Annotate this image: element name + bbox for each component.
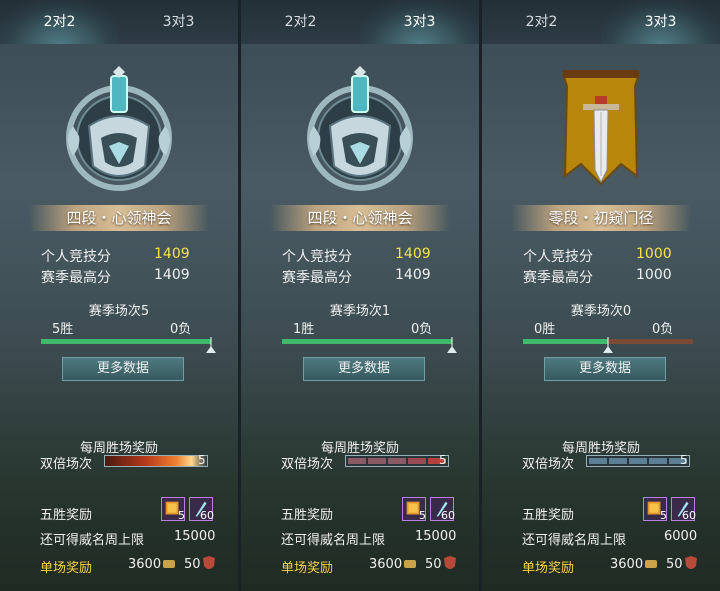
more-data-button[interactable]: 更多数据: [544, 357, 666, 381]
rank-banner: 四段・心领神会: [29, 205, 209, 231]
ratio-marker-icon: [603, 337, 613, 353]
arena-panel-1: 2对2 3对3 四段・心领神会 个人竞技分 1409 赛季最高分 1409 赛季…: [0, 0, 238, 591]
reward-item-scroll-count: 5: [419, 509, 426, 522]
silver-helmet-rank-icon: [66, 66, 172, 191]
season-matches: 赛季场次0: [570, 304, 632, 319]
season-high-label: 赛季最高分: [282, 270, 352, 286]
season-matches: 赛季场次5: [88, 304, 150, 319]
losses-count: 0负: [411, 322, 433, 337]
double-matches-label: 双倍场次: [40, 457, 93, 472]
season-high-value: 1409: [395, 267, 431, 283]
tab-3v3[interactable]: 3对3: [360, 0, 479, 44]
double-matches-count: 5: [439, 453, 447, 467]
coin-icon: [163, 560, 175, 568]
season-high-value: 1000: [636, 267, 672, 283]
arena-panel-2: 2对2 3对3 四段・心领神会 个人竞技分 1409 赛季最高分 1409 赛季…: [241, 0, 479, 591]
season-high-label: 赛季最高分: [523, 270, 593, 286]
season-high-label: 赛季最高分: [41, 270, 111, 286]
reward-item-scroll-count: 5: [660, 509, 667, 522]
tab-2v2[interactable]: 2对2: [0, 0, 119, 44]
personal-score-value: 1409: [395, 246, 431, 262]
five-win-reward-label: 五胜奖励: [40, 508, 93, 523]
rank-banner: 四段・心领神会: [270, 205, 450, 231]
season-matches: 赛季场次1: [329, 304, 391, 319]
single-reward-coin-value: 3600: [610, 557, 644, 572]
double-matches-bar: [345, 455, 449, 467]
rank-name: 四段・心领神会: [66, 209, 172, 227]
five-win-reward-label: 五胜奖励: [522, 508, 575, 523]
single-reward-label: 单场奖励: [40, 561, 93, 576]
win-fill: [282, 339, 452, 344]
more-data-button[interactable]: 更多数据: [303, 357, 425, 381]
losses-count: 0负: [170, 322, 192, 337]
coin-icon: [404, 560, 416, 568]
silver-helmet-rank-icon: [307, 66, 413, 191]
win-fill: [41, 339, 211, 344]
shield-icon: [685, 556, 697, 569]
tab-2v2[interactable]: 2对2: [241, 0, 360, 44]
double-matches-label: 双倍场次: [522, 457, 575, 472]
shield-icon: [203, 556, 215, 569]
double-matches-count: 5: [680, 453, 688, 467]
weekly-cap-value: 15000: [174, 529, 216, 544]
personal-score-value: 1000: [636, 246, 672, 262]
single-reward-label: 单场奖励: [281, 561, 334, 576]
coin-icon: [645, 560, 657, 568]
losses-count: 0负: [652, 322, 674, 337]
win-loss-bar: [282, 339, 452, 344]
reward-item-feather-count: 60: [441, 509, 455, 522]
five-win-reward-label: 五胜奖励: [281, 508, 334, 523]
personal-score-label: 个人竞技分: [41, 249, 111, 265]
weekly-cap-label: 还可得威名周上限: [281, 533, 386, 548]
weekly-cap-label: 还可得威名周上限: [40, 533, 145, 548]
reward-item-feather-count: 60: [200, 509, 214, 522]
single-reward-shield-value: 50: [666, 557, 683, 572]
rank-name: 零段・初窥门径: [548, 209, 654, 227]
single-reward-label: 单场奖励: [522, 561, 575, 576]
reward-item-feather-count: 60: [682, 509, 696, 522]
tab-3v3[interactable]: 3对3: [119, 0, 238, 44]
more-data-button[interactable]: 更多数据: [62, 357, 184, 381]
double-matches-count: 5: [198, 453, 206, 467]
double-matches-bar: [104, 455, 208, 467]
reward-item-scroll-count: 5: [178, 509, 185, 522]
personal-score-label: 个人竞技分: [282, 249, 352, 265]
personal-score-label: 个人竞技分: [523, 249, 593, 265]
wins-count: 5胜: [52, 322, 74, 337]
ratio-marker-icon: [206, 337, 216, 353]
tab-3v3[interactable]: 3对3: [601, 0, 720, 44]
weekly-cap-value: 15000: [415, 529, 457, 544]
rank-name: 四段・心领神会: [307, 209, 413, 227]
season-high-value: 1409: [154, 267, 190, 283]
wins-count: 0胜: [534, 322, 556, 337]
single-reward-coin-value: 3600: [369, 557, 403, 572]
single-reward-shield-value: 50: [425, 557, 442, 572]
double-matches-label: 双倍场次: [281, 457, 334, 472]
tab-2v2[interactable]: 2对2: [482, 0, 601, 44]
arena-panels: 2对2 3对3 四段・心领神会 个人竞技分 1409 赛季最高分 1409 赛季…: [0, 0, 720, 591]
mode-tabs: 2对2 3对3: [241, 0, 479, 44]
weekly-cap-value: 6000: [664, 529, 698, 544]
shield-icon: [444, 556, 456, 569]
sword-banner-rank-icon: [561, 70, 641, 186]
arena-panel-3: 2对2 3对3 零段・初窥门径 个人竞技分 1000 赛季最高分 1000 赛季…: [482, 0, 720, 591]
personal-score-value: 1409: [154, 246, 190, 262]
mode-tabs: 2对2 3对3: [0, 0, 238, 44]
single-reward-coin-value: 3600: [128, 557, 162, 572]
single-reward-shield-value: 50: [184, 557, 201, 572]
wins-count: 1胜: [293, 322, 315, 337]
win-fill: [523, 339, 608, 344]
win-loss-bar: [41, 339, 211, 344]
mode-tabs: 2对2 3对3: [482, 0, 720, 44]
weekly-cap-label: 还可得威名周上限: [522, 533, 627, 548]
rank-banner: 零段・初窥门径: [511, 205, 691, 231]
double-matches-bar: [586, 455, 690, 467]
ratio-marker-icon: [447, 337, 457, 353]
